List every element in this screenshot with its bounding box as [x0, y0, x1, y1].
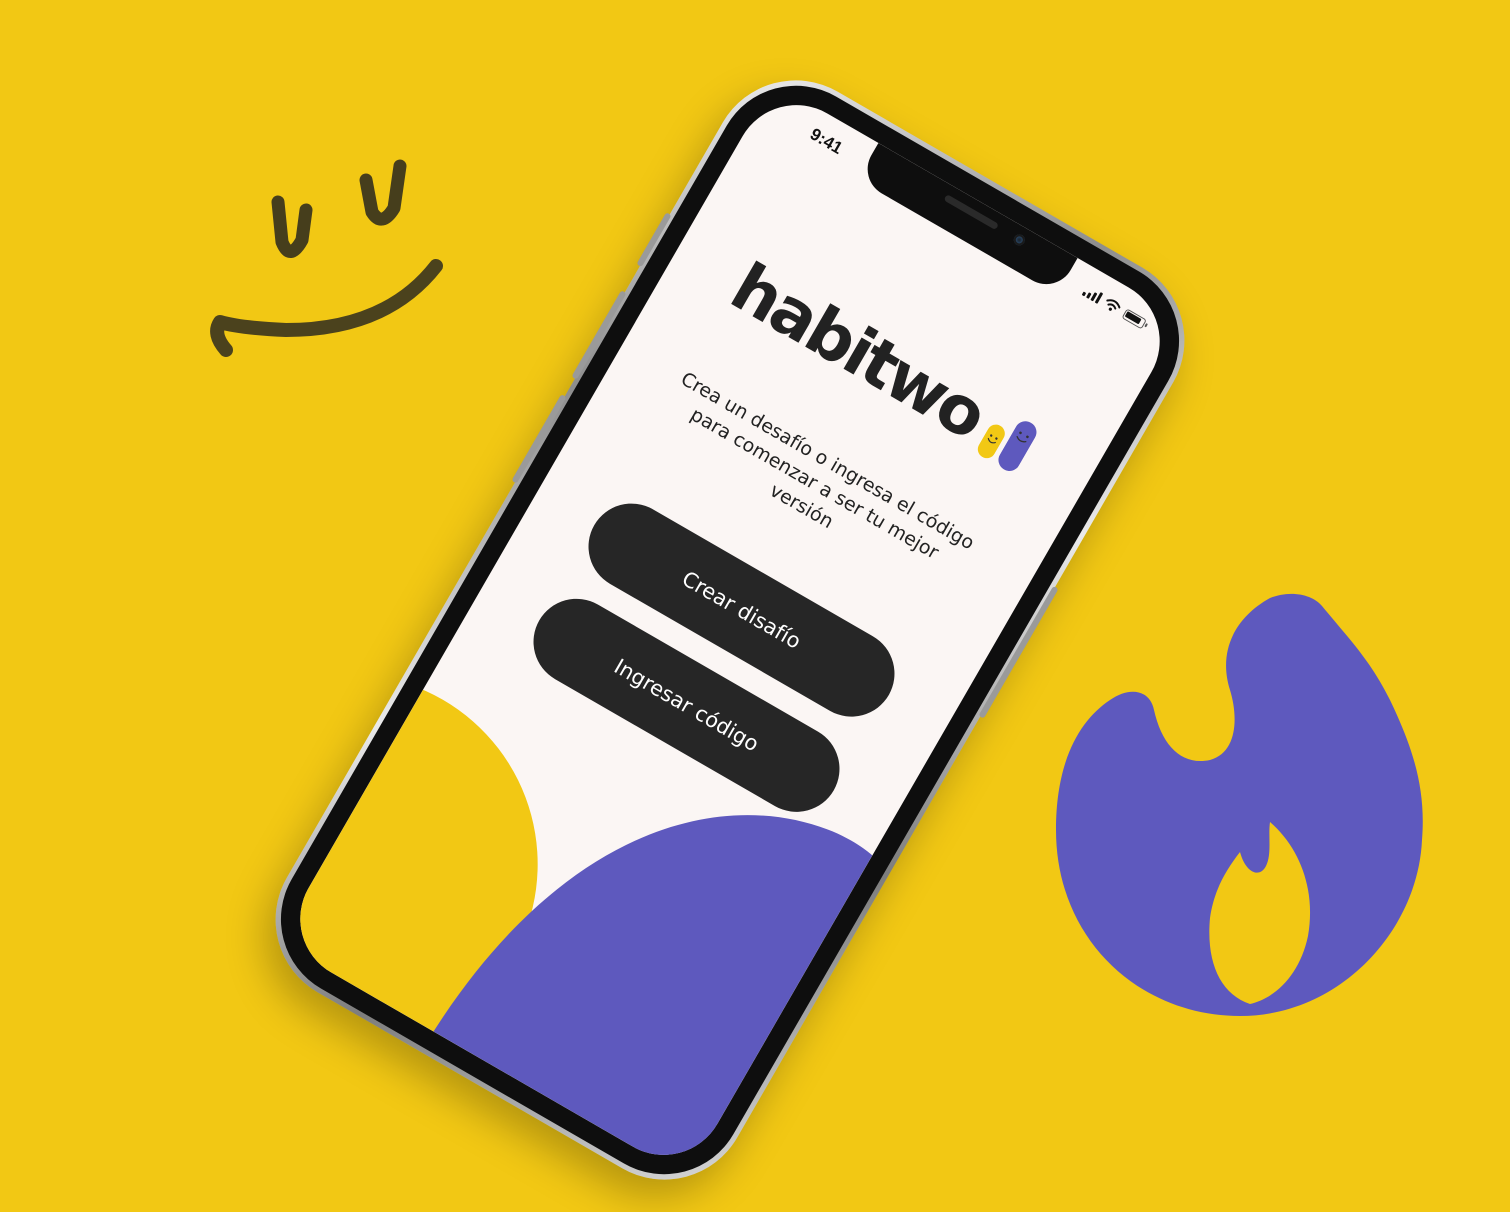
scene: 9:41 habitwo Crea un desafío o ingresa e… [0, 0, 1510, 1211]
front-camera [1011, 232, 1027, 248]
speaker-grille [943, 194, 999, 231]
flame-icon [1056, 593, 1423, 1016]
smiley-doodle-icon [210, 159, 443, 357]
